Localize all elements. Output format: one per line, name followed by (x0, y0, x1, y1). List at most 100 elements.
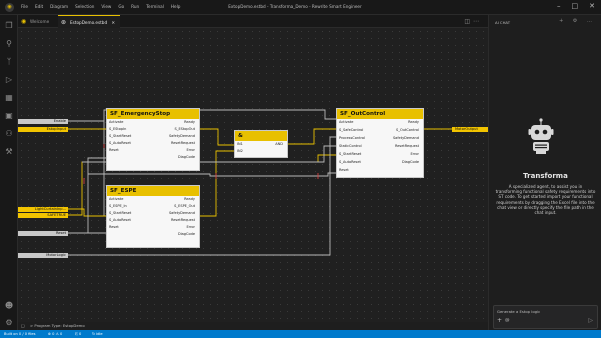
variable-estop-input[interactable]: EstopInput (18, 127, 68, 132)
pin-input[interactable]: Activate (109, 120, 123, 125)
pin-input[interactable]: S_AutoReset (339, 160, 361, 165)
menu-file[interactable]: File (21, 4, 28, 9)
function-block-espe[interactable]: SF_ESPE Activate S_ESPE_In S_StartReset … (106, 185, 200, 248)
menu-view[interactable]: View (101, 4, 111, 9)
variable-reset[interactable]: Reset (18, 231, 68, 236)
variable-enable[interactable]: Enable (18, 119, 68, 124)
variable-light-curtain[interactable]: LightCurtainInp... (18, 207, 68, 212)
variable-motor-logic[interactable]: MotorLogic (18, 253, 68, 258)
split-editor-icon[interactable]: ◫ (464, 18, 473, 25)
pin-output[interactable]: DiagCode (402, 160, 419, 165)
attach-icon[interactable]: + (497, 317, 502, 324)
terminal-panel-icon[interactable]: ▣ (4, 111, 14, 121)
tab-estopdemo[interactable]: ⊛ EstopDemo.estbd ✕ (58, 15, 120, 28)
pin-output[interactable]: SafetyDemand (393, 136, 419, 141)
pin-input[interactable]: Reset (339, 168, 349, 173)
pin-input[interactable]: S_StartReset (109, 211, 131, 216)
pin-input[interactable]: IN2 (237, 149, 243, 154)
menu-run[interactable]: Run (131, 4, 139, 9)
more-actions-icon[interactable]: ⋯ (473, 18, 482, 25)
mention-icon[interactable]: @ (505, 318, 510, 323)
block-title: SF_OutControl (337, 109, 423, 119)
menu-terminal[interactable]: Terminal (146, 4, 164, 9)
pin-input[interactable]: ProcessControl (339, 136, 365, 141)
pin-input[interactable]: S_StartReset (339, 152, 361, 157)
status-sync[interactable]: ↻ idle (92, 330, 103, 338)
close-window-button[interactable]: ✕ (589, 2, 595, 10)
menu-help[interactable]: Help (171, 4, 181, 9)
search-icon[interactable]: ⚲ (4, 39, 14, 49)
pin-input[interactable]: S_AutoReset (109, 218, 131, 223)
pin-input[interactable]: Activate (109, 197, 123, 202)
minimize-button[interactable]: – (557, 2, 561, 10)
send-icon[interactable]: ▷ (588, 317, 593, 324)
pin-output[interactable]: S_EStopOut (175, 127, 196, 132)
menu-diagram[interactable]: Diagram (50, 4, 68, 9)
pin-input[interactable]: S_EStopIn (109, 127, 126, 132)
pin-output[interactable]: ResetRequest (171, 218, 195, 223)
pin-input[interactable]: Activate (339, 120, 353, 125)
pin-output[interactable]: Ready (184, 120, 195, 125)
tools-icon[interactable]: ⚒ (4, 147, 14, 157)
tab-close-icon[interactable]: ✕ (111, 20, 115, 25)
agent-icon[interactable]: ⚇ (4, 129, 14, 139)
activity-bar: ❐ ⚲ ᛉ ▷ ▦ ▣ ⚇ ⚒ ☻ ⚙ (0, 15, 18, 330)
robot-icon (528, 118, 554, 154)
pin-input[interactable]: S_StartReset (109, 134, 131, 139)
pin-output[interactable]: Ready (408, 120, 419, 125)
pin-output[interactable]: Error (186, 148, 195, 153)
window-title: ExtopDemo.estbd - Transforma_Demo - Rewr… (228, 4, 362, 9)
editor-actions: ◫⋯ (464, 18, 482, 25)
pin-output[interactable]: ResetRequest (171, 141, 195, 146)
title-bar: ◉ File Edit Diagram Selection View Go Ru… (0, 0, 601, 15)
tab-welcome[interactable]: ◉ Welcome (18, 15, 58, 28)
function-block-emergency-stop[interactable]: SF_EmergencyStop Activate S_EStopIn S_St… (106, 108, 200, 171)
menu-bar: File Edit Diagram Selection View Go Run … (21, 4, 180, 9)
pin-input[interactable]: Reset (109, 225, 119, 230)
pin-input[interactable]: Reset (109, 148, 119, 153)
pin-output[interactable]: S_ESPE_Out (174, 204, 195, 209)
panel-actions[interactable]: + ⚙ … (559, 18, 596, 24)
pin-input[interactable]: IN1 (237, 142, 243, 147)
pin-output[interactable]: DiagCode (178, 232, 195, 237)
breadcrumb: > Program Type: EstopDemo (30, 323, 85, 328)
function-block-and[interactable]: & IN1 IN2 AND (234, 130, 288, 158)
pin-output[interactable]: Ready (184, 197, 195, 202)
pin-output[interactable]: S_OutControl (396, 128, 419, 133)
tab-welcome-label: Welcome (30, 19, 50, 24)
pin-output[interactable]: ResetRequest (395, 144, 419, 149)
pin-input[interactable]: S_SafeControl (339, 128, 363, 133)
variable-safetrue[interactable]: SAFETRUE (18, 213, 68, 218)
ai-chat-panel: AI CHAT + ⚙ … Transforma A specialized a… (488, 15, 601, 330)
pin-output[interactable]: Error (410, 152, 419, 157)
welcome-icon: ◉ (21, 18, 27, 25)
panel-toggle-icon[interactable]: □ (21, 323, 25, 328)
menu-go[interactable]: Go (118, 4, 124, 9)
variable-motor-output[interactable]: MotorOutput (452, 127, 490, 132)
chat-input[interactable] (497, 309, 592, 314)
account-icon[interactable]: ☻ (4, 301, 14, 311)
source-control-icon[interactable]: ᛉ (4, 57, 14, 67)
pin-output[interactable]: Error (186, 225, 195, 230)
function-block-out-control[interactable]: SF_OutControl Activate S_SafeControl Pro… (336, 108, 424, 178)
pin-output[interactable]: AND (275, 142, 283, 147)
window-controls: – □ ✕ (557, 2, 595, 10)
settings-gear-icon[interactable]: ⚙ (4, 318, 14, 328)
extensions-icon[interactable]: ▦ (4, 93, 14, 103)
menu-edit[interactable]: Edit (35, 4, 43, 9)
status-problems[interactable]: ⊗ 0 ⚠ 0 (48, 330, 62, 338)
explorer-icon[interactable]: ❐ (4, 21, 14, 31)
status-ports[interactable]: ⎘ 0 (75, 330, 81, 338)
pin-output[interactable]: DiagCode (178, 155, 195, 160)
status-build[interactable]: Built on 0 / 0 files (4, 330, 35, 338)
run-debug-icon[interactable]: ▷ (4, 75, 14, 85)
pin-input[interactable]: S_ESPE_In (109, 204, 127, 209)
pin-output[interactable]: SafetyDemand (169, 134, 195, 139)
pin-input[interactable]: S_AutoReset (109, 141, 131, 146)
menu-selection[interactable]: Selection (75, 4, 94, 9)
diagram-canvas[interactable]: Enable EstopInput LightCurtainInp... SAF… (18, 28, 490, 322)
block-title: SF_EmergencyStop (107, 109, 199, 119)
pin-input[interactable]: StaticControl (339, 144, 362, 149)
maximize-button[interactable]: □ (572, 2, 579, 10)
pin-output[interactable]: SafetyDemand (169, 211, 195, 216)
